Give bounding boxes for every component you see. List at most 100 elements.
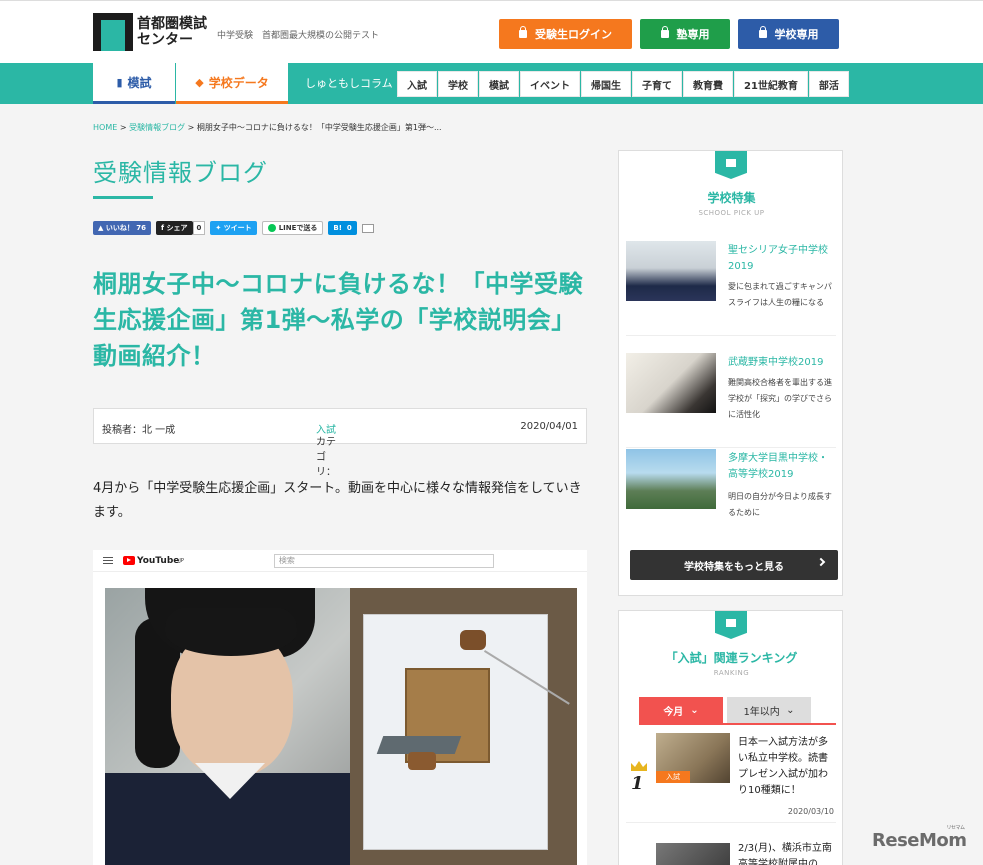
article-category: カテゴリ： 入試 [316,421,336,478]
category-item-21c[interactable]: 21世紀教育 [734,71,808,97]
breadcrumb-home[interactable]: HOME [93,123,117,132]
ranking-panel: 「入試」関連ランキング RANKING 今月 ⌄ 1年以内 ⌄ 1 入試 日本一… [618,610,843,865]
ranking-item[interactable]: 1 入試 日本一入試方法が多い私立中学校。読書プレゼン入試が加わり10種類に！ … [626,733,836,823]
youtube-logo[interactable]: YouTube JP [123,556,184,566]
site-logo[interactable]: 首都圏模試センター [93,13,209,51]
line-share-button[interactable]: LINEで送る [261,221,324,235]
pickup-desc: 明日の自分が今日より成長するために [728,492,832,517]
school-login-label: 学校専用 [774,28,819,41]
category-item-kosodate[interactable]: 子育て [632,71,682,97]
rank-crown-icon [631,761,647,771]
watermark-small-text: リセマム [946,825,966,831]
category-item-event[interactable]: イベント [520,71,580,97]
ranking-thumbnail: 入試 [656,733,730,783]
ranking-thumbnail [656,843,730,865]
ranking-tabs: 今月 ⌄ 1年以内 ⌄ [639,697,811,723]
nav-column-link[interactable]: しゅともしコラム [305,63,393,104]
tweet-button[interactable]: ✦ ツイート [210,221,257,235]
school-icon [715,151,747,179]
juku-login-label: 塾専用 [676,28,710,41]
category-item-bukatsu[interactable]: 部活 [808,71,849,97]
pickup-item[interactable]: 多摩大学目黒中学校・高等学校2019 明日の自分が今日より成長するために [626,449,836,544]
breadcrumb-separator: > [187,123,195,132]
tab-school-data[interactable]: ◆ 学校データ [176,63,288,104]
pickup-item[interactable]: 武蔵野東中学校2019 難関高校合格者を輩出する進学校が「探究」の学びでさらに活… [626,353,836,448]
tab-mock-exam[interactable]: ▮ 模試 [93,63,175,104]
rank-number: 1 [631,773,644,794]
category-label: カテゴリ： [316,437,336,478]
ranking-item[interactable]: 2/3(月)、横浜市立南高等学校附属中の... [626,833,836,865]
category-item-nyushi[interactable]: 入試 [397,71,437,97]
article-title: 桐朋女子中～コロナに負けるな！「中学受験生応援企画」第1弾～私学の「学校説明会」… [93,270,583,370]
youtube-logo-region: JP [179,557,184,564]
site-tagline: 中学受験 首都圏最大規模の公開テスト [217,31,380,41]
tab-within-year[interactable]: 1年以内 ⌄ [727,697,811,723]
hatena-bookmark-button[interactable]: B! 0 [328,221,357,235]
facebook-like-button[interactable]: ▲ いいね！ 76 [93,221,152,235]
student-login-button[interactable]: 受験生ログイン [499,19,632,49]
pickup-thumbnail [626,353,716,413]
share-label: シェア [166,224,188,232]
article-date: 2020/04/01 [520,421,578,432]
crown-icon [715,611,747,639]
school-pickup-panel: 学校特集 SCHOOL PICK UP 聖セシリア女子中学校2019 愛に包まれ… [618,150,843,596]
blog-title: 受験情報ブログ [93,159,268,187]
tab-school-label: 学校データ [208,75,269,90]
hatena-count: 0 [346,224,352,232]
chevron-right-icon [816,557,826,567]
more-pickup-button[interactable]: 学校特集をもっと見る [630,550,838,580]
category-item-gakko[interactable]: 学校 [438,71,478,97]
hatena-label: B! [333,224,342,232]
breadcrumb-current: 桐朋女子中～コロナに負けるな！「中学受験生応援企画」第1弾～... [196,123,442,132]
more-pickup-label: 学校特集をもっと見る [684,561,784,573]
ranking-tab-underline [639,723,836,725]
logo-text: 首都圏模試センター [137,16,207,48]
pickup-item[interactable]: 聖セシリア女子中学校2019 愛に包まれて過ごすキャンパスライフは人生の糧になる [626,241,836,336]
category-item-kikokusei[interactable]: 帰国生 [581,71,631,97]
breadcrumb-separator: > [119,123,127,132]
article-author: 投稿者：北 一成 [102,425,176,436]
mail-icon[interactable] [361,223,374,233]
school-bus-icon: ◆ [195,75,204,89]
ranking-title: 「入試」関連ランキング [665,651,798,665]
watermark-text: ReseMom [872,830,967,851]
tab-this-month-label: 今月 [663,706,684,718]
pickup-desc: 愛に包まれて過ごすキャンパスライフは人生の糧になる [728,282,832,307]
juku-login-button[interactable]: 塾専用 [640,19,730,49]
embedded-video[interactable]: YouTube JP 検索 [93,550,587,865]
ranking-date: 2020/03/10 [787,807,834,816]
ranking-subtitle: RANKING [713,669,750,677]
share-count: 0 [192,221,206,235]
pickup-thumbnail [626,449,716,509]
pickup-title: 学校特集 [707,191,756,205]
title-underline [93,196,153,199]
pickup-name: 聖セシリア女子中学校2019 [728,245,828,272]
category-item-moshi[interactable]: 模試 [479,71,519,97]
video-thumbnail[interactable] [105,588,577,865]
facebook-share-button[interactable]: f シェア [156,221,193,235]
ranking-headline: 日本一入試方法が多い私立中学校。読書プレゼン入試が加わり10種類に！ [738,737,828,796]
twitter-icon: ✦ [215,224,224,232]
youtube-search-input[interactable]: 検索 [273,553,494,568]
menu-icon[interactable] [103,557,113,564]
like-count: 76 [136,224,147,232]
lock-icon [660,26,669,38]
chevron-down-icon: ⌄ [690,704,699,716]
tab-within-year-label: 1年以内 [743,706,780,718]
student-login-label: 受験生ログイン [535,28,612,41]
pickup-name: 多摩大学目黒中学校・高等学校2019 [728,453,828,480]
social-buttons: ▲ いいね！ 76 f シェア 0 ✦ ツイート LINEで送る B! 0 [93,221,374,235]
article-meta: 投稿者：北 一成 カテゴリ： 入試 2020/04/01 [93,408,587,478]
school-login-button[interactable]: 学校専用 [738,19,839,49]
pickup-name: 武蔵野東中学校2019 [728,357,824,368]
logo-mark-icon [93,13,133,51]
top-header: 首都圏模試センター 中学受験 首都圏最大規模の公開テスト 受験生ログイン 塾専用… [0,0,983,63]
pickup-desc: 難関高校合格者を輩出する進学校が「探究」の学びでさらに活性化 [728,378,832,419]
breadcrumb-blog[interactable]: 受験情報ブログ [129,123,185,132]
tab-this-month[interactable]: 今月 ⌄ [639,697,723,723]
ranking-category-tag: 入試 [656,771,690,783]
lock-icon [519,26,527,38]
pickup-thumbnail [626,241,716,301]
line-icon [267,224,276,232]
category-item-kyoikuhi[interactable]: 教育費 [683,71,733,97]
